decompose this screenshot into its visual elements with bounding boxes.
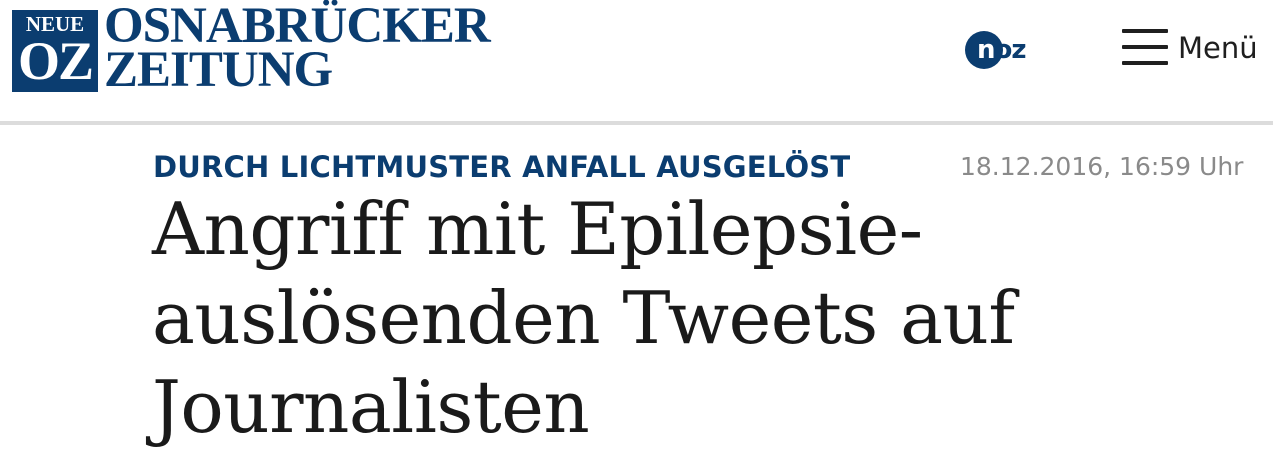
hamburger-menu-icon bbox=[1122, 29, 1168, 65]
logo-badge-bottom-text: OZ bbox=[17, 31, 94, 91]
noz-logo-text: noz bbox=[977, 31, 1027, 69]
headline-line: Angriff mit Epilepsie- bbox=[152, 187, 923, 271]
menu-label: Menü bbox=[1178, 31, 1258, 65]
headline-line: auslösenden Tweets auf bbox=[152, 276, 1015, 360]
article-kicker: DURCH LICHTMUSTER ANFALL AUSGELÖST bbox=[153, 150, 851, 184]
menu-button[interactable]: Menü bbox=[1120, 24, 1265, 72]
noz-logo-rest: oz bbox=[994, 35, 1027, 65]
article-headline: Angriff mit Epilepsie- auslösenden Tweet… bbox=[152, 185, 1192, 451]
noz-logo-link[interactable]: noz bbox=[965, 31, 1045, 71]
article-timestamp: 18.12.2016, 16:59 Uhr bbox=[960, 152, 1244, 181]
logo-badge: NEUE OZ bbox=[12, 10, 98, 92]
headline-line: Journalisten bbox=[152, 365, 590, 449]
noz-logo-first-letter: n bbox=[977, 35, 995, 65]
logo-wordmark: OSNABRÜCKER ZEITUNG bbox=[104, 1, 491, 98]
site-header: NEUE OZ OSNABRÜCKER ZEITUNG noz Menü bbox=[0, 0, 1273, 122]
header-divider bbox=[0, 121, 1273, 125]
logo-wordmark-line2: ZEITUNG bbox=[104, 42, 333, 98]
